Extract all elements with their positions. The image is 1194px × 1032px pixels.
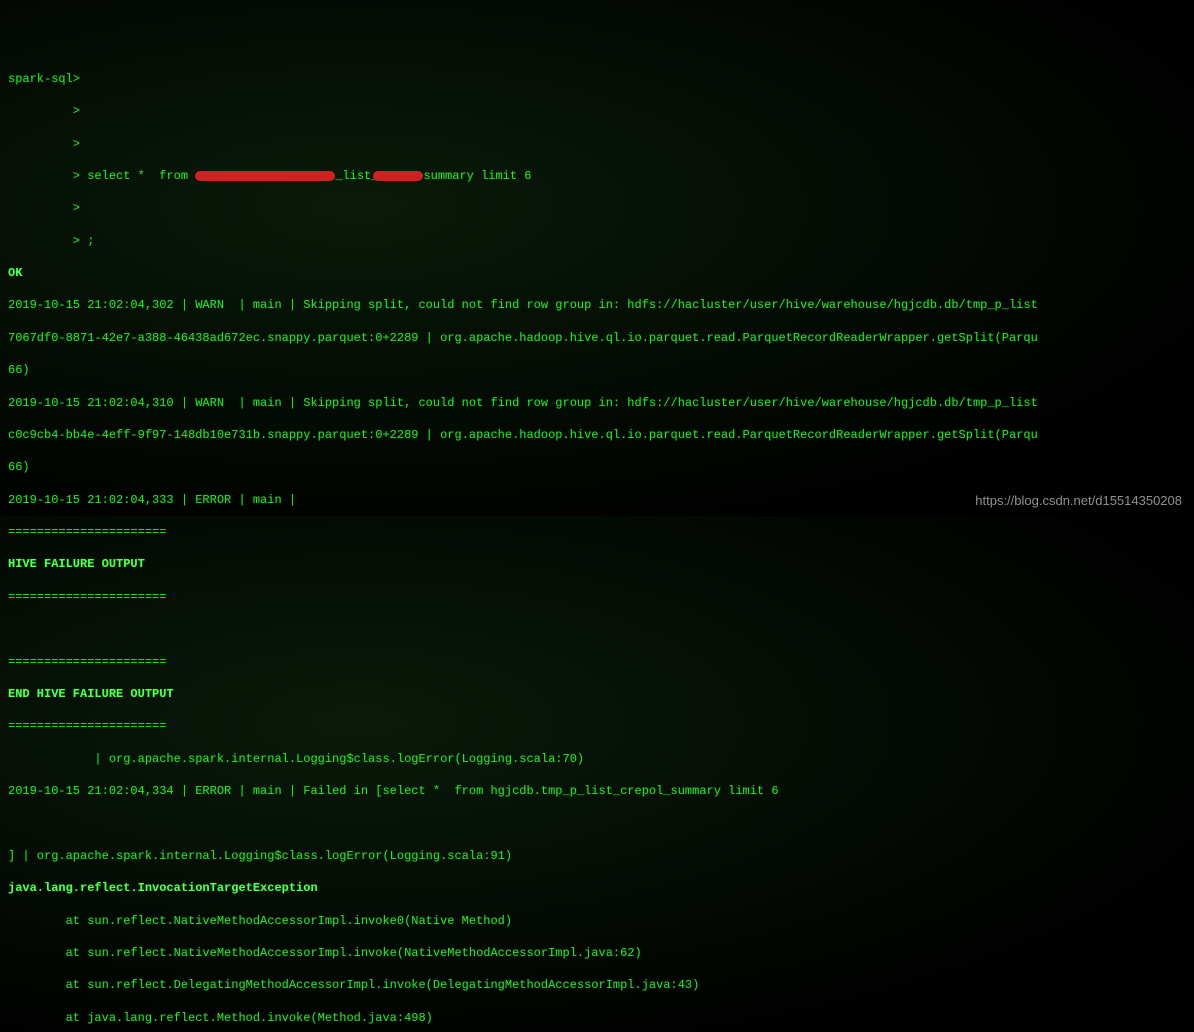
query-prefix: > select * from: [8, 169, 195, 183]
divider: ======================: [8, 589, 1186, 605]
continuation-line: >: [8, 103, 1186, 119]
divider: ======================: [8, 718, 1186, 734]
query-line: > select * from _list_summary limit 6: [8, 168, 1186, 184]
watermark-url: https://blog.csdn.net/d15514350208: [975, 492, 1182, 510]
warn-log-line: 66): [8, 459, 1186, 475]
log-line: ] | org.apache.spark.internal.Logging$cl…: [8, 848, 1186, 864]
ok-status: OK: [8, 265, 1186, 281]
warn-log-line: 66): [8, 362, 1186, 378]
error-log-line: 2019-10-15 21:02:04,334 | ERROR | main |…: [8, 783, 1186, 799]
warn-log-line: c0c9cb4-bb4e-4eff-9f97-148db10e731b.snap…: [8, 427, 1186, 443]
prompt-line: spark-sql>: [8, 71, 1186, 87]
stack-trace-line: at sun.reflect.NativeMethodAccessorImpl.…: [8, 913, 1186, 929]
blank-line: [8, 815, 1186, 831]
continuation-line: >: [8, 136, 1186, 152]
warn-log-line: 2019-10-15 21:02:04,302 | WARN | main | …: [8, 297, 1186, 313]
divider: ======================: [8, 524, 1186, 540]
log-line: | org.apache.spark.internal.Logging$clas…: [8, 751, 1186, 767]
warn-log-line: 7067df0-8871-42e7-a388-46438ad672ec.snap…: [8, 330, 1186, 346]
divider: ======================: [8, 654, 1186, 670]
stack-trace-line: at java.lang.reflect.Method.invoke(Metho…: [8, 1010, 1186, 1026]
query-suffix: summary limit 6: [423, 169, 531, 183]
exception-line: java.lang.reflect.InvocationTargetExcept…: [8, 880, 1186, 896]
warn-log-line: 2019-10-15 21:02:04,310 | WARN | main | …: [8, 395, 1186, 411]
query-terminator: > ;: [8, 233, 1186, 249]
redacted-table-part: [373, 171, 423, 181]
hive-failure-header: HIVE FAILURE OUTPUT: [8, 556, 1186, 572]
stack-trace-line: at sun.reflect.NativeMethodAccessorImpl.…: [8, 945, 1186, 961]
continuation-line: >: [8, 200, 1186, 216]
blank-line: [8, 621, 1186, 637]
redacted-db-name: [195, 171, 335, 181]
end-hive-failure-header: END HIVE FAILURE OUTPUT: [8, 686, 1186, 702]
stack-trace-line: at sun.reflect.DelegatingMethodAccessorI…: [8, 977, 1186, 993]
